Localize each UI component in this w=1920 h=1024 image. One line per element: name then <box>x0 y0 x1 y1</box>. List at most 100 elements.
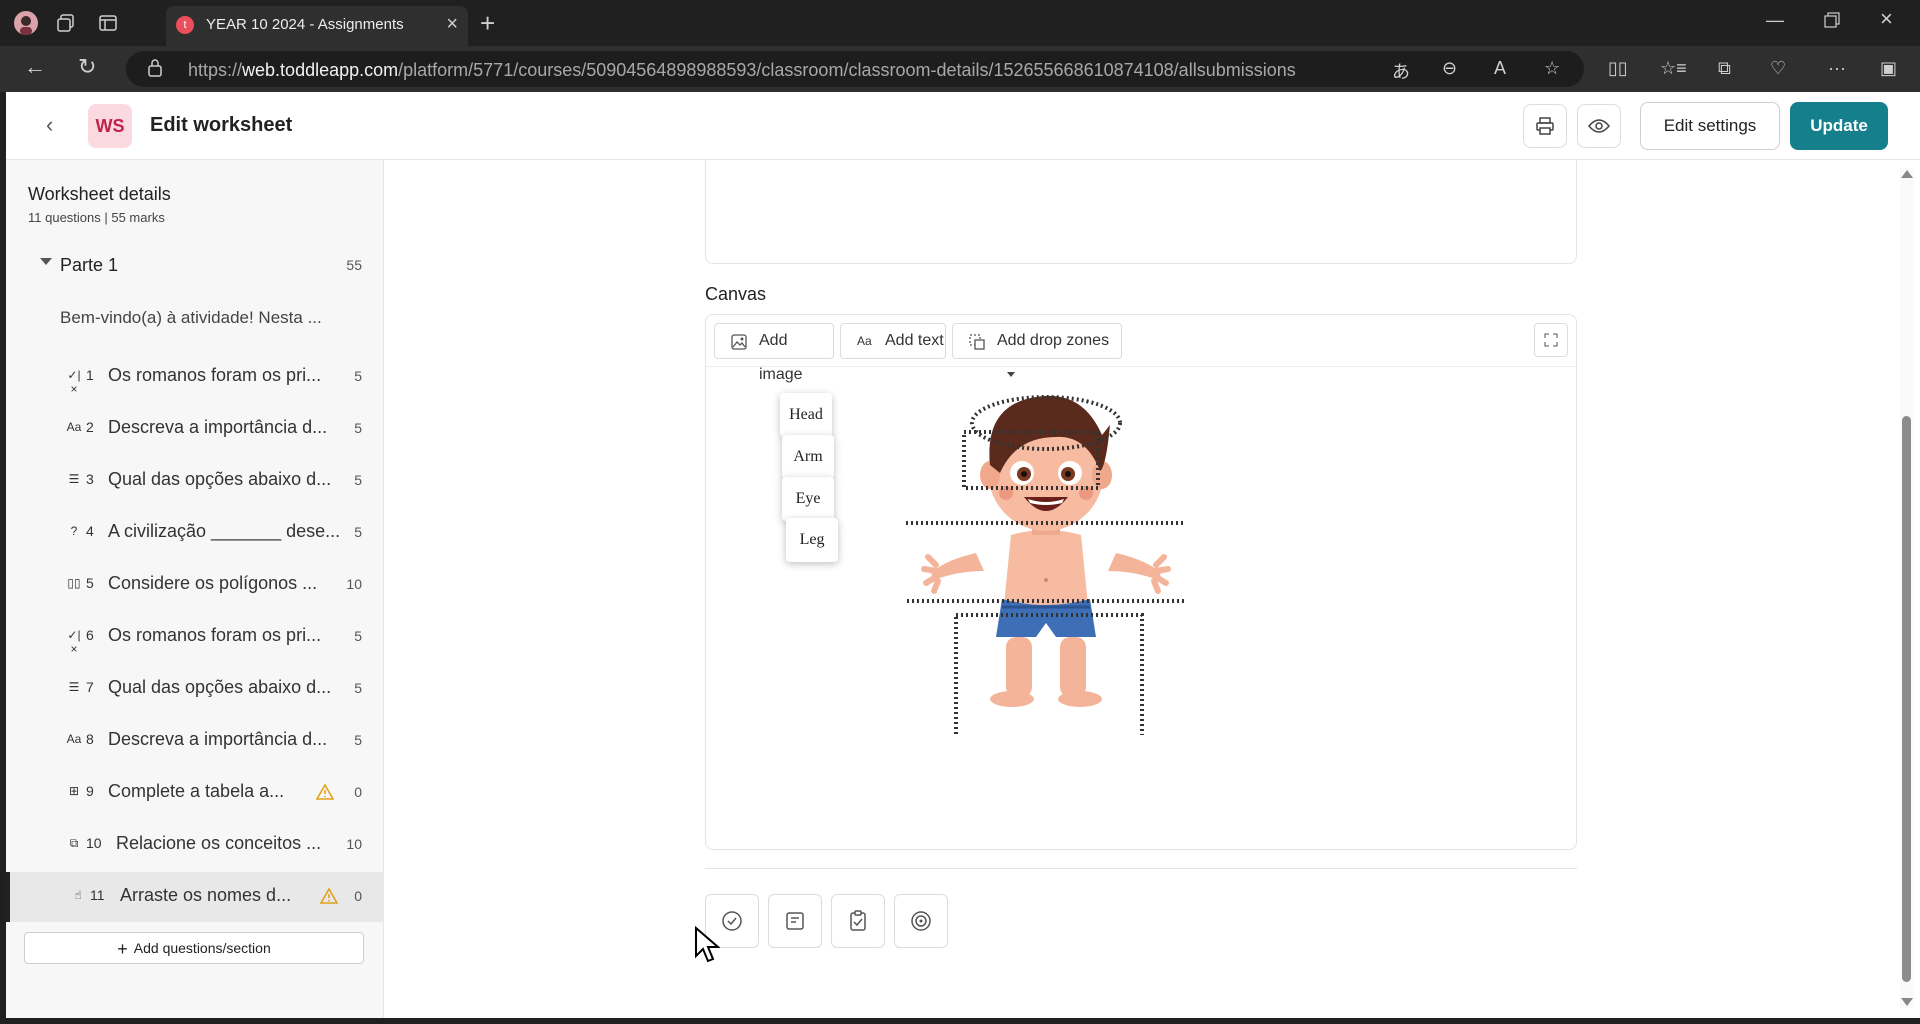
printer-icon <box>1536 117 1554 135</box>
worksheet-details-summary: 11 questions | 55 marks <box>28 210 165 225</box>
warning-icon <box>320 888 338 904</box>
chip-head[interactable]: Head <box>780 393 832 437</box>
question-marks: 10 <box>346 576 362 592</box>
section-row[interactable]: Parte 1 55 <box>6 240 384 290</box>
drop-zone-arm[interactable] <box>896 523 1196 601</box>
add-drop-zones-label: Add drop zones <box>997 332 1110 349</box>
update-button[interactable]: Update <box>1790 102 1888 150</box>
question-row[interactable]: ☰ 3 Qual das opções abaixo d... 5 <box>6 456 384 506</box>
warning-icon <box>316 784 334 800</box>
drop-zone-eye[interactable] <box>962 432 1096 488</box>
section-marks: 55 <box>346 257 362 273</box>
edit-settings-button[interactable]: Edit settings <box>1640 102 1780 150</box>
question-marks: 5 <box>354 732 362 748</box>
expand-icon <box>1544 333 1558 347</box>
question-row[interactable]: ✓|× 6 Os romanos foram os pri... 5 <box>6 612 384 662</box>
restore-icon[interactable] <box>1824 12 1840 33</box>
browser-tab-active[interactable]: t YEAR 10 2024 - Assignments × <box>166 6 468 46</box>
text-answer-icon: Aa <box>66 420 82 434</box>
question-text: Os romanos foram os pri... <box>108 365 322 385</box>
question-row[interactable]: ⊞ 9 Complete a tabela a... 0 <box>6 768 384 818</box>
scroll-up-icon[interactable] <box>1901 170 1913 178</box>
add-questions-button[interactable]: + Add questions/section <box>24 932 364 964</box>
question-row[interactable]: Aa 2 Descreva a importância d... 5 <box>6 404 384 454</box>
tab-close-icon[interactable]: × <box>446 13 458 36</box>
fullscreen-button[interactable] <box>1534 323 1568 357</box>
question-number: 4 <box>86 523 94 539</box>
question-marks: 5 <box>354 680 362 696</box>
intro-item[interactable]: Bem-vindo(a) à atividade! Nesta ... <box>60 308 322 328</box>
question-text: Descreva a importância d... <box>108 729 328 749</box>
question-text: Arraste os nomes d... <box>120 885 292 905</box>
section-name: Parte 1 <box>60 255 119 275</box>
drop-zone-leg[interactable] <box>956 615 1142 741</box>
target-icon <box>911 911 931 931</box>
multiple-choice-icon: ☰ <box>68 680 80 694</box>
favorites-icon[interactable]: ☆≡ <box>1660 58 1687 79</box>
question-row[interactable]: ☝ 11 Arraste os nomes d... 0 <box>6 872 384 922</box>
canvas-editor[interactable]: Add image Aa Add text Add drop zones Hea… <box>705 314 1577 850</box>
back-arrow-icon[interactable]: ← <box>24 54 46 80</box>
previous-content-box <box>705 160 1577 264</box>
question-number: 8 <box>86 731 94 747</box>
add-questions-label: Add questions/section <box>133 940 271 956</box>
refresh-icon[interactable]: ↻ <box>78 54 96 80</box>
notes-button[interactable] <box>768 894 822 948</box>
learning-goals-button[interactable] <box>894 894 948 948</box>
preview-button[interactable] <box>1577 104 1621 148</box>
eye-icon <box>1588 119 1610 133</box>
image-icon <box>731 334 747 350</box>
window-close-icon[interactable]: × <box>1880 6 1893 32</box>
question-text: Descreva a importância d... <box>108 417 328 437</box>
read-aloud-icon[interactable]: A <box>1494 58 1506 79</box>
split-screen-icon[interactable]: ▯▯ <box>1608 58 1628 79</box>
workspaces-icon[interactable] <box>54 11 78 35</box>
caret-down-icon[interactable] <box>40 258 52 265</box>
read-aloud-translate-icon[interactable]: あ <box>1392 58 1410 84</box>
zoom-out-icon[interactable]: ⊖ <box>1442 58 1457 79</box>
more-menu-icon[interactable]: ··· <box>1828 58 1846 79</box>
question-row[interactable]: ✓|× 1 Os romanos foram os pri... 5 <box>6 352 384 402</box>
add-text-button[interactable]: Aa Add text <box>840 323 946 359</box>
profile-avatar[interactable] <box>14 11 38 35</box>
question-marks: 5 <box>354 420 362 436</box>
minimize-icon[interactable]: — <box>1766 10 1784 31</box>
add-image-label: Add image <box>759 332 803 383</box>
print-button[interactable] <box>1523 104 1567 148</box>
canvas-label: Canvas <box>705 284 767 304</box>
favorite-star-icon[interactable]: ☆ <box>1544 58 1560 79</box>
browser-toolbar: ← ↻ https://web.toddleapp.com/platform/5… <box>0 46 1920 92</box>
note-icon <box>786 912 804 930</box>
true-false-icon: ✓|× <box>67 628 81 656</box>
browser-essentials-icon[interactable]: ♡ <box>1770 58 1786 79</box>
address-bar[interactable]: https://web.toddleapp.com/platform/5771/… <box>126 51 1584 87</box>
worksheet-badge: WS <box>88 104 132 148</box>
add-drop-zones-button[interactable]: Add drop zones <box>952 323 1122 377</box>
text-answer-icon: Aa <box>66 732 82 746</box>
scroll-down-icon[interactable] <box>1901 998 1913 1006</box>
check-circle-icon <box>722 911 742 931</box>
add-image-button[interactable]: Add image <box>714 323 834 383</box>
scrollbar-thumb[interactable] <box>1902 416 1911 982</box>
question-row[interactable]: ⧉ 10 Relacione os conceitos ... 10 <box>6 820 384 870</box>
question-text: Os romanos foram os pri... <box>108 625 322 645</box>
question-marks: 0 <box>354 784 362 800</box>
new-tab-icon[interactable]: + <box>480 8 495 39</box>
collections-icon[interactable]: ⧉ <box>1718 58 1731 79</box>
question-row[interactable]: Aa 8 Descreva a importância d... 5 <box>6 716 384 766</box>
chip-eye[interactable]: Eye <box>782 477 834 521</box>
true-false-icon: ✓|× <box>67 368 81 396</box>
tab-actions-icon[interactable] <box>96 11 120 35</box>
chip-leg[interactable]: Leg <box>786 518 838 562</box>
question-number: 3 <box>86 471 94 487</box>
rubric-button[interactable] <box>831 894 885 948</box>
worksheet-details-title: Worksheet details <box>28 184 171 204</box>
back-chevron-icon[interactable]: ‹ <box>46 112 53 138</box>
question-row[interactable]: ☰ 7 Qual das opções abaixo d... 5 <box>6 664 384 714</box>
question-row[interactable]: ▯▯ 5 Considere os polígonos ... 10 <box>6 560 384 610</box>
question-row[interactable]: ? 4 A civilização _______ dese... 5 <box>6 508 384 558</box>
tab-title: YEAR 10 2024 - Assignments <box>206 16 404 33</box>
chip-arm[interactable]: Arm <box>782 435 834 479</box>
sidebar-toggle-icon[interactable]: ▣ <box>1880 58 1897 79</box>
question-marks: 5 <box>354 628 362 644</box>
